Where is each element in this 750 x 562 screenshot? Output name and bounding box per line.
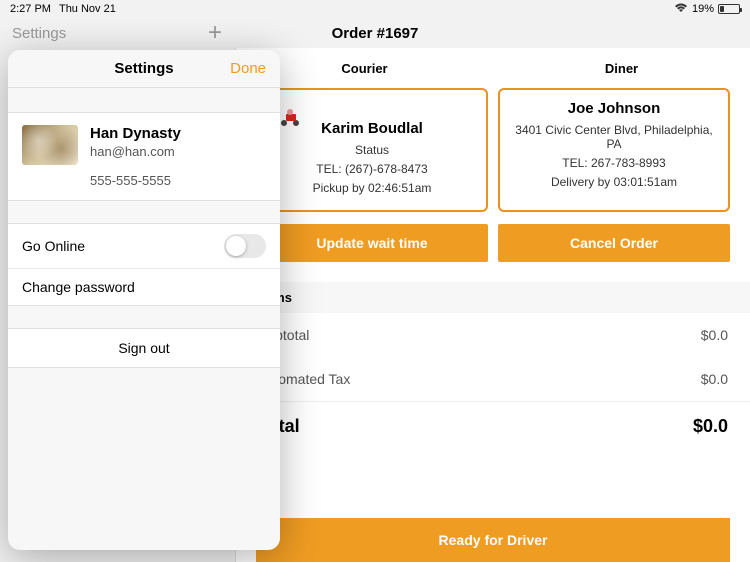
order-title: Order #1697 bbox=[332, 25, 419, 42]
courier-status: Status bbox=[270, 143, 474, 157]
go-online-row[interactable]: Go Online bbox=[8, 224, 280, 269]
courier-card[interactable]: Karim Boudlal Status TEL: (267)-678-8473… bbox=[256, 88, 488, 212]
ready-for-driver-button[interactable]: Ready for Driver bbox=[256, 518, 730, 562]
profile-phone: 555-555-5555 bbox=[90, 173, 266, 188]
diner-address: 3401 Civic Center Blvd, Philadelphia, PA bbox=[512, 123, 716, 151]
items-section-label: Items bbox=[236, 282, 750, 313]
total-value: $0.0 bbox=[693, 416, 728, 437]
profile-name: Han Dynasty bbox=[90, 125, 266, 142]
tax-row: Estomated Tax $0.0 bbox=[236, 357, 750, 401]
change-password-row[interactable]: Change password bbox=[8, 269, 280, 305]
subtotal-value: $0.0 bbox=[701, 327, 728, 343]
courier-tel: TEL: (267)-678-8473 bbox=[270, 162, 474, 176]
sign-out-button[interactable]: Sign out bbox=[8, 328, 280, 368]
go-online-label: Go Online bbox=[22, 238, 85, 254]
popover-header: Settings Done bbox=[8, 50, 280, 88]
tab-diner[interactable]: Diner bbox=[493, 48, 750, 88]
courier-icon bbox=[278, 108, 302, 128]
tax-value: $0.0 bbox=[701, 371, 728, 387]
profile-section[interactable]: Han Dynasty han@han.com 555-555-5555 bbox=[8, 112, 280, 201]
diner-tel: TEL: 267-783-8993 bbox=[512, 156, 716, 170]
done-button[interactable]: Done bbox=[230, 60, 266, 77]
add-icon[interactable]: + bbox=[208, 19, 222, 47]
update-wait-button[interactable]: Update wait time bbox=[256, 224, 488, 262]
restaurant-image bbox=[22, 125, 78, 165]
diner-card[interactable]: Joe Johnson 3401 Civic Center Blvd, Phil… bbox=[498, 88, 730, 212]
subtotal-row: Subtotal $0.0 bbox=[236, 313, 750, 357]
battery-icon bbox=[718, 4, 740, 14]
status-bar: 2:27 PM Thu Nov 21 19% bbox=[0, 0, 750, 18]
battery-pct: 19% bbox=[692, 3, 714, 15]
diner-name: Joe Johnson bbox=[512, 100, 716, 117]
content-area: Courier Diner Karim Boudlal Status TEL: … bbox=[236, 48, 750, 562]
courier-pickup: Pickup by 02:46:51am bbox=[270, 181, 474, 195]
cancel-order-button[interactable]: Cancel Order bbox=[498, 224, 730, 262]
diner-delivery: Delivery by 03:01:51am bbox=[512, 175, 716, 189]
go-online-toggle[interactable] bbox=[224, 234, 266, 258]
change-password-label: Change password bbox=[22, 279, 135, 295]
popover-title: Settings bbox=[114, 60, 173, 77]
settings-popover: Settings Done Han Dynasty han@han.com 55… bbox=[8, 50, 280, 550]
nav-settings-label[interactable]: Settings bbox=[12, 25, 66, 42]
total-row: Total $0.0 bbox=[236, 401, 750, 451]
wifi-icon bbox=[674, 2, 688, 16]
profile-email: han@han.com bbox=[90, 144, 266, 159]
settings-group: Go Online Change password bbox=[8, 223, 280, 306]
status-date: Thu Nov 21 bbox=[59, 3, 116, 15]
status-time: 2:27 PM bbox=[10, 3, 51, 15]
top-nav: Settings + Order #1697 bbox=[0, 18, 750, 48]
